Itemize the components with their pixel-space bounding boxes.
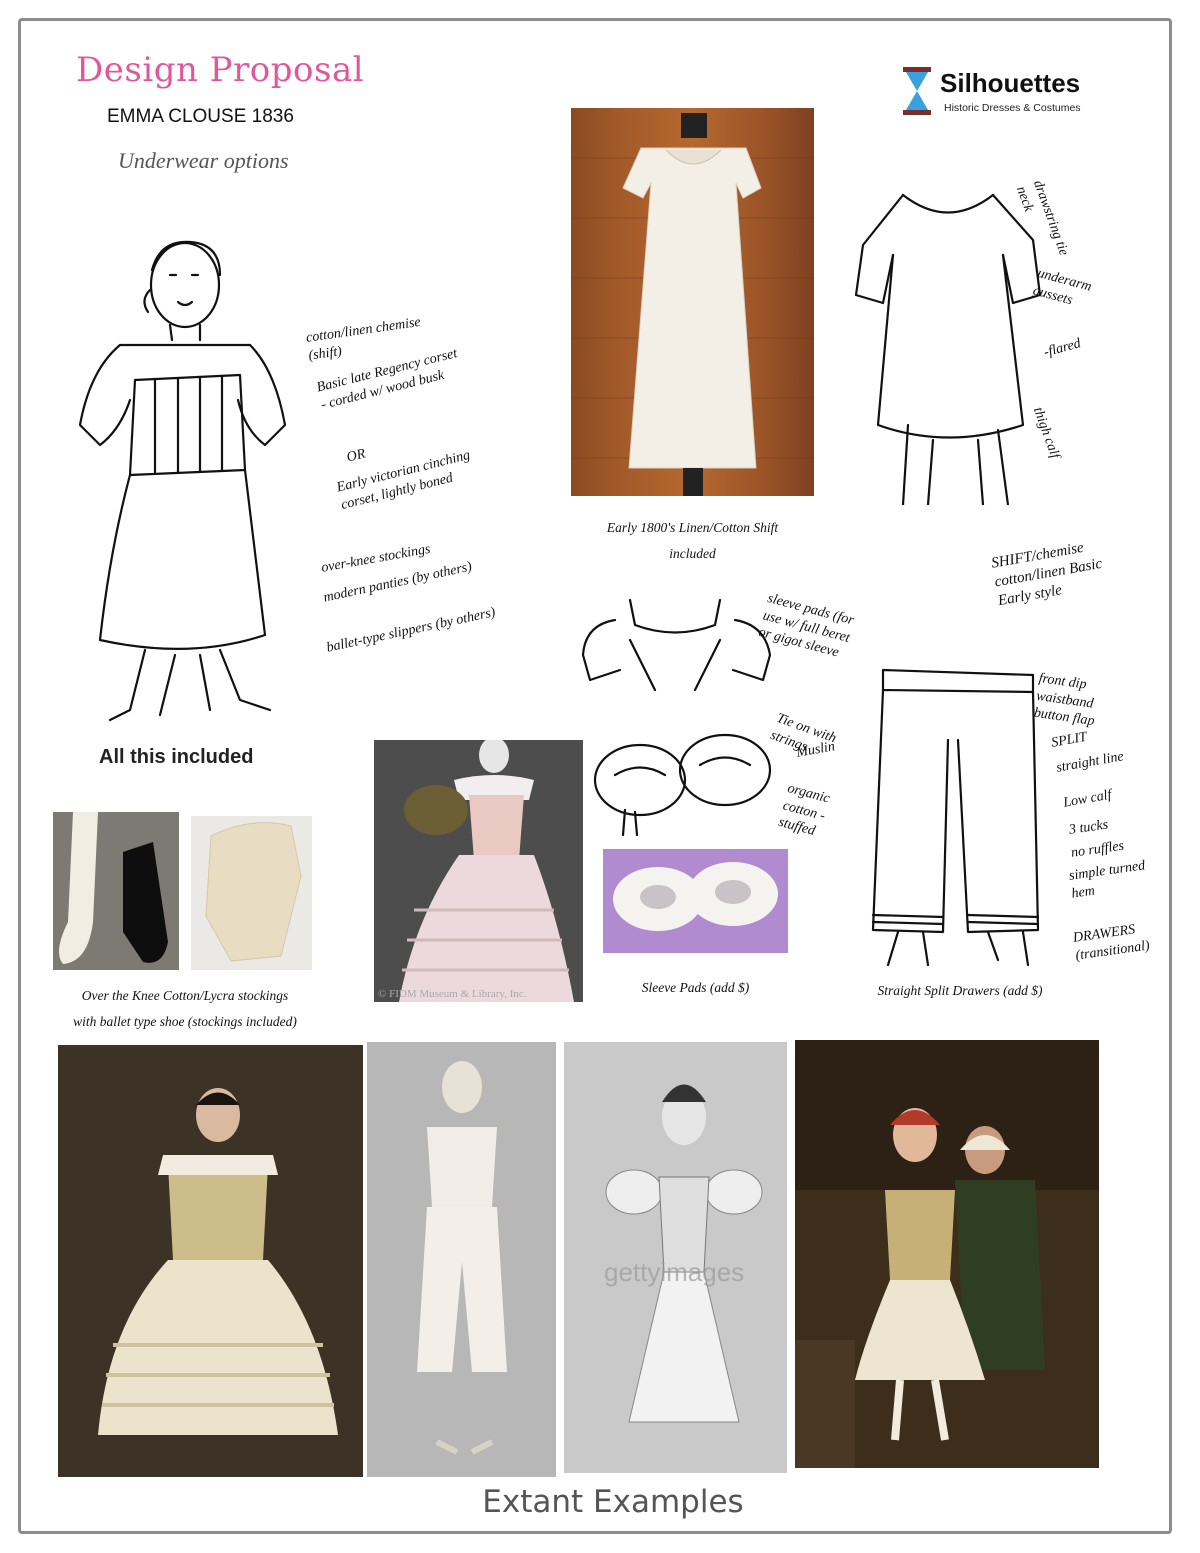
shift-sketch [854,193,1042,505]
museum-photo: © FIDM Museum & Library, Inc. [374,740,583,1002]
extant-photo-1 [58,1045,363,1477]
getty-watermark: gettyimages [604,1257,745,1287]
logo-tagline: Historic Dresses & Costumes [944,102,1081,114]
shift-included-caption: included [669,546,716,561]
sleeve-pads-sketch [581,598,772,837]
logo-name: Silhouettes [940,68,1081,98]
shift-caption: Early 1800's Linen/Cotton Shift [606,520,779,535]
figure-sketch [78,240,287,722]
page-title: Design Proposal [76,50,365,90]
stockings-caption-2: with ballet type shoe (stockings include… [73,1014,297,1029]
all-included-caption: All this included [99,746,254,768]
drawers-caption: Straight Split Drawers (add $) [877,983,1043,998]
sleeve-pads-caption: Sleeve Pads (add $) [641,980,750,995]
stocking-photo [191,816,312,970]
stockings-caption-1: Over the Knee Cotton/Lycra stockings [81,988,289,1003]
shift-photo [571,108,814,496]
client-subtitle: EMMA CLOUSE 1836 [107,106,294,127]
sleeve-pads-photo [603,849,788,953]
stocking-shoe-photo [53,812,179,970]
extant-photo-4 [795,1040,1099,1468]
drawers-sketch [871,668,1040,967]
hourglass-icon [903,67,931,115]
extant-examples-footer: Extant Examples [482,1484,744,1520]
section-tagline: Underwear options [118,148,289,173]
extant-photo-3: gettyimages [564,1042,787,1473]
museum-credit: © FIDM Museum & Library, Inc. [378,988,527,1000]
extant-photo-2 [367,1042,556,1477]
